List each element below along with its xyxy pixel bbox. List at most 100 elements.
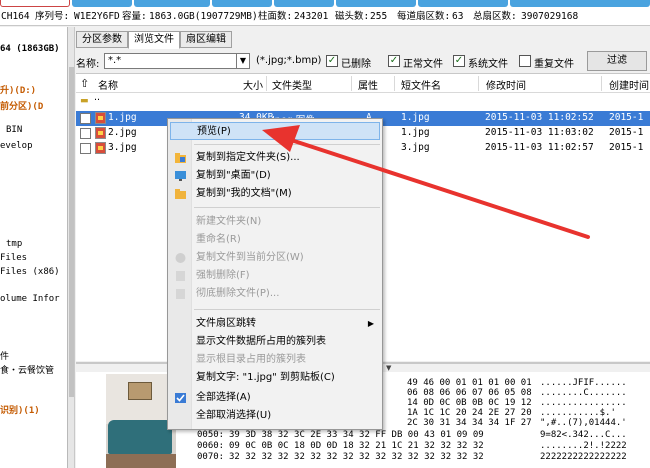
- file-modified: 2015-11-03 11:02:57: [485, 142, 594, 153]
- hex-ascii: ........C.......: [540, 388, 627, 398]
- menu-item-root-cluster-list[interactable]: 显示根目录占用的簇列表: [170, 351, 380, 369]
- tree-scroll-thumb[interactable]: [69, 67, 74, 397]
- hex-bytes: 49 46 00 01 01 01 00 01: [407, 378, 532, 388]
- file-modified: 2015-11-03 11:03:02: [485, 127, 594, 138]
- menu-item-copy-to-folder[interactable]: 复制到指定文件夹(S)...: [170, 149, 380, 167]
- tab-partition-params[interactable]: 分区参数: [76, 31, 128, 48]
- copy-to-folder-icon: [175, 153, 186, 163]
- tree-item-volume-info[interactable]: olume Infor: [0, 294, 60, 304]
- tree-item-develop[interactable]: evelop: [0, 141, 33, 151]
- tree-item-recognized[interactable]: 识别)(1): [0, 403, 40, 416]
- menu-item-copy-to-documents[interactable]: 复制到"我的文档"(M): [170, 185, 380, 203]
- submenu-arrow-icon: ▶: [367, 319, 374, 328]
- deleted-checkbox[interactable]: ✓: [326, 55, 338, 67]
- duplicate-files-label: 重复文件: [534, 59, 574, 70]
- heads-value: 255: [370, 11, 388, 22]
- name-filter-input[interactable]: *.*: [104, 53, 237, 69]
- hex-offset: 0070:: [197, 452, 225, 462]
- file-short-name: 1.jpg: [401, 127, 430, 138]
- column-created[interactable]: 创建时间: [609, 77, 649, 92]
- tab-browse-files[interactable]: 浏览文件: [128, 31, 180, 49]
- column-attr[interactable]: 属性: [358, 77, 378, 92]
- hex-bytes: 32 32 32 32 32 32 32 32 32 32 32 32 32 3…: [229, 452, 484, 462]
- hex-bytes: 39 3D 38 32 3C 2E 33 34 32 FF DB 00 43 0…: [229, 430, 484, 440]
- menu-item-cluster-list[interactable]: 显示文件数据所占用的簇列表: [170, 333, 380, 351]
- tree-item-bin[interactable]: BIN: [6, 125, 22, 135]
- tree-item-program-files-x86[interactable]: Files (x86): [0, 267, 60, 277]
- hex-ascii: 2222222222222222: [540, 452, 627, 462]
- cylinders-value: 243201: [294, 11, 329, 22]
- hex-bytes: 1A 1C 1C 20 24 2E 27 20: [407, 408, 532, 418]
- hex-offset: 0050:: [197, 430, 225, 440]
- hex-ascii: ................: [540, 398, 627, 408]
- force-delete-icon: [176, 271, 185, 281]
- hex-ascii: ...........$.': [540, 408, 622, 418]
- system-files-label: 系统文件: [468, 59, 508, 70]
- menu-item-copy-to-desktop[interactable]: 复制到"桌面"(D): [170, 167, 380, 185]
- hex-ascii: ",#..(7),01444.': [540, 418, 627, 428]
- file-name: 1.jpg: [108, 112, 137, 123]
- total-sectors-value: 3907029168: [521, 11, 579, 22]
- heads-label: 磁头数:: [335, 11, 370, 22]
- file-created: 2015-1: [609, 142, 644, 153]
- image-preview: [106, 374, 176, 468]
- normal-files-checkbox[interactable]: ✓: [388, 55, 400, 67]
- hex-bytes: 09 0C 0B 0C 18 0D 0D 18 32 21 1C 21 32 3…: [229, 441, 484, 451]
- row-checkbox[interactable]: [80, 143, 91, 154]
- jpg-file-icon: [95, 112, 106, 124]
- filter-bar: 名称: *.* ▼ (*.jpg;*.bmp) ✓ 已删除 ✓ 正常文件 ✓ 系…: [76, 49, 650, 73]
- checkbox-icon: [175, 393, 186, 403]
- tree-item-catering[interactable]: 食・云餐饮管: [0, 363, 54, 376]
- table-row-parent[interactable]: ▬ ..: [76, 92, 650, 111]
- capacity-value: 1863.0GB(1907729MB): [149, 11, 258, 22]
- hex-bytes: 06 08 06 06 07 06 05 08: [407, 388, 532, 398]
- file-short-name: 1.jpg: [401, 112, 430, 123]
- menu-item-copy-to-partition[interactable]: 复制文件到当前分区(W): [170, 249, 380, 267]
- file-modified: 2015-11-03 11:02:52: [485, 112, 594, 123]
- menu-item-sector-jump[interactable]: 文件扇区跳转 ▶: [170, 315, 380, 333]
- menu-item-preview[interactable]: 预览(P): [170, 122, 380, 140]
- file-short-name: 3.jpg: [401, 142, 430, 153]
- filter-button[interactable]: 过滤: [587, 51, 647, 71]
- copy-partition-icon: [175, 253, 186, 263]
- up-arrow-icon[interactable]: ⇧: [80, 77, 89, 90]
- column-type[interactable]: 文件类型: [272, 77, 312, 92]
- tree-item-prev-partition[interactable]: 前分区)(D: [0, 99, 43, 112]
- column-short-name[interactable]: 短文件名: [401, 77, 441, 92]
- menu-item-rename[interactable]: 重命名(R): [170, 231, 380, 249]
- menu-item-copy-text[interactable]: 复制文字: "1.jpg" 到剪贴板(C): [170, 369, 380, 387]
- menu-item-wipe-file[interactable]: 彻底删除文件(P)...: [170, 285, 380, 303]
- partition-tree[interactable]: 64 (1863GB) 升)(D:) 前分区)(D BIN evelop tmp…: [0, 27, 68, 468]
- tree-item-program-files[interactable]: Files: [0, 253, 27, 263]
- serial-label: 序列号:: [35, 11, 70, 22]
- duplicate-files-checkbox[interactable]: [519, 55, 531, 67]
- folder-icon: [175, 189, 186, 199]
- tree-scrollbar[interactable]: [68, 27, 75, 468]
- name-dropdown-icon[interactable]: ▼: [237, 53, 250, 69]
- tree-item-file[interactable]: 件: [0, 349, 9, 362]
- row-checkbox[interactable]: [80, 128, 91, 139]
- menu-item-force-delete[interactable]: 强制删除(F): [170, 267, 380, 285]
- file-created: 2015-1: [609, 112, 644, 123]
- column-name[interactable]: 名称: [98, 77, 118, 92]
- desktop-icon: [175, 171, 186, 181]
- tree-item-tmp[interactable]: tmp: [6, 239, 22, 249]
- disk-info-bar: CH164 序列号: W1E2Y6FD 容量: 1863.0GB(1907729…: [0, 8, 650, 26]
- menu-item-new-folder[interactable]: 新建文件夹(N): [170, 213, 380, 231]
- splitter-arrow-icon[interactable]: ▼: [386, 364, 391, 372]
- file-list-header: ⇧ 名称 大小 文件类型 属性 短文件名 修改时间 创建时间: [76, 74, 650, 93]
- serial-value: W1E2Y6FD: [74, 11, 120, 22]
- system-files-checkbox[interactable]: ✓: [453, 55, 465, 67]
- tab-sector-edit[interactable]: 扇区编辑: [180, 31, 232, 48]
- file-name: 2.jpg: [108, 127, 137, 138]
- tree-item-partition-d[interactable]: 升)(D:): [0, 83, 36, 96]
- menu-item-deselect-all[interactable]: 全部取消选择(U): [170, 407, 380, 425]
- column-size[interactable]: 大小: [243, 77, 263, 92]
- tree-item-disk[interactable]: 64 (1863GB): [0, 44, 60, 54]
- column-modified[interactable]: 修改时间: [486, 77, 526, 92]
- hex-offset: 0060:: [197, 441, 225, 451]
- row-checkbox[interactable]: [80, 113, 91, 124]
- menu-item-select-all[interactable]: 全部选择(A): [170, 389, 380, 407]
- hex-ascii: ......JFIF......: [540, 378, 627, 388]
- jpg-file-icon: [95, 127, 106, 139]
